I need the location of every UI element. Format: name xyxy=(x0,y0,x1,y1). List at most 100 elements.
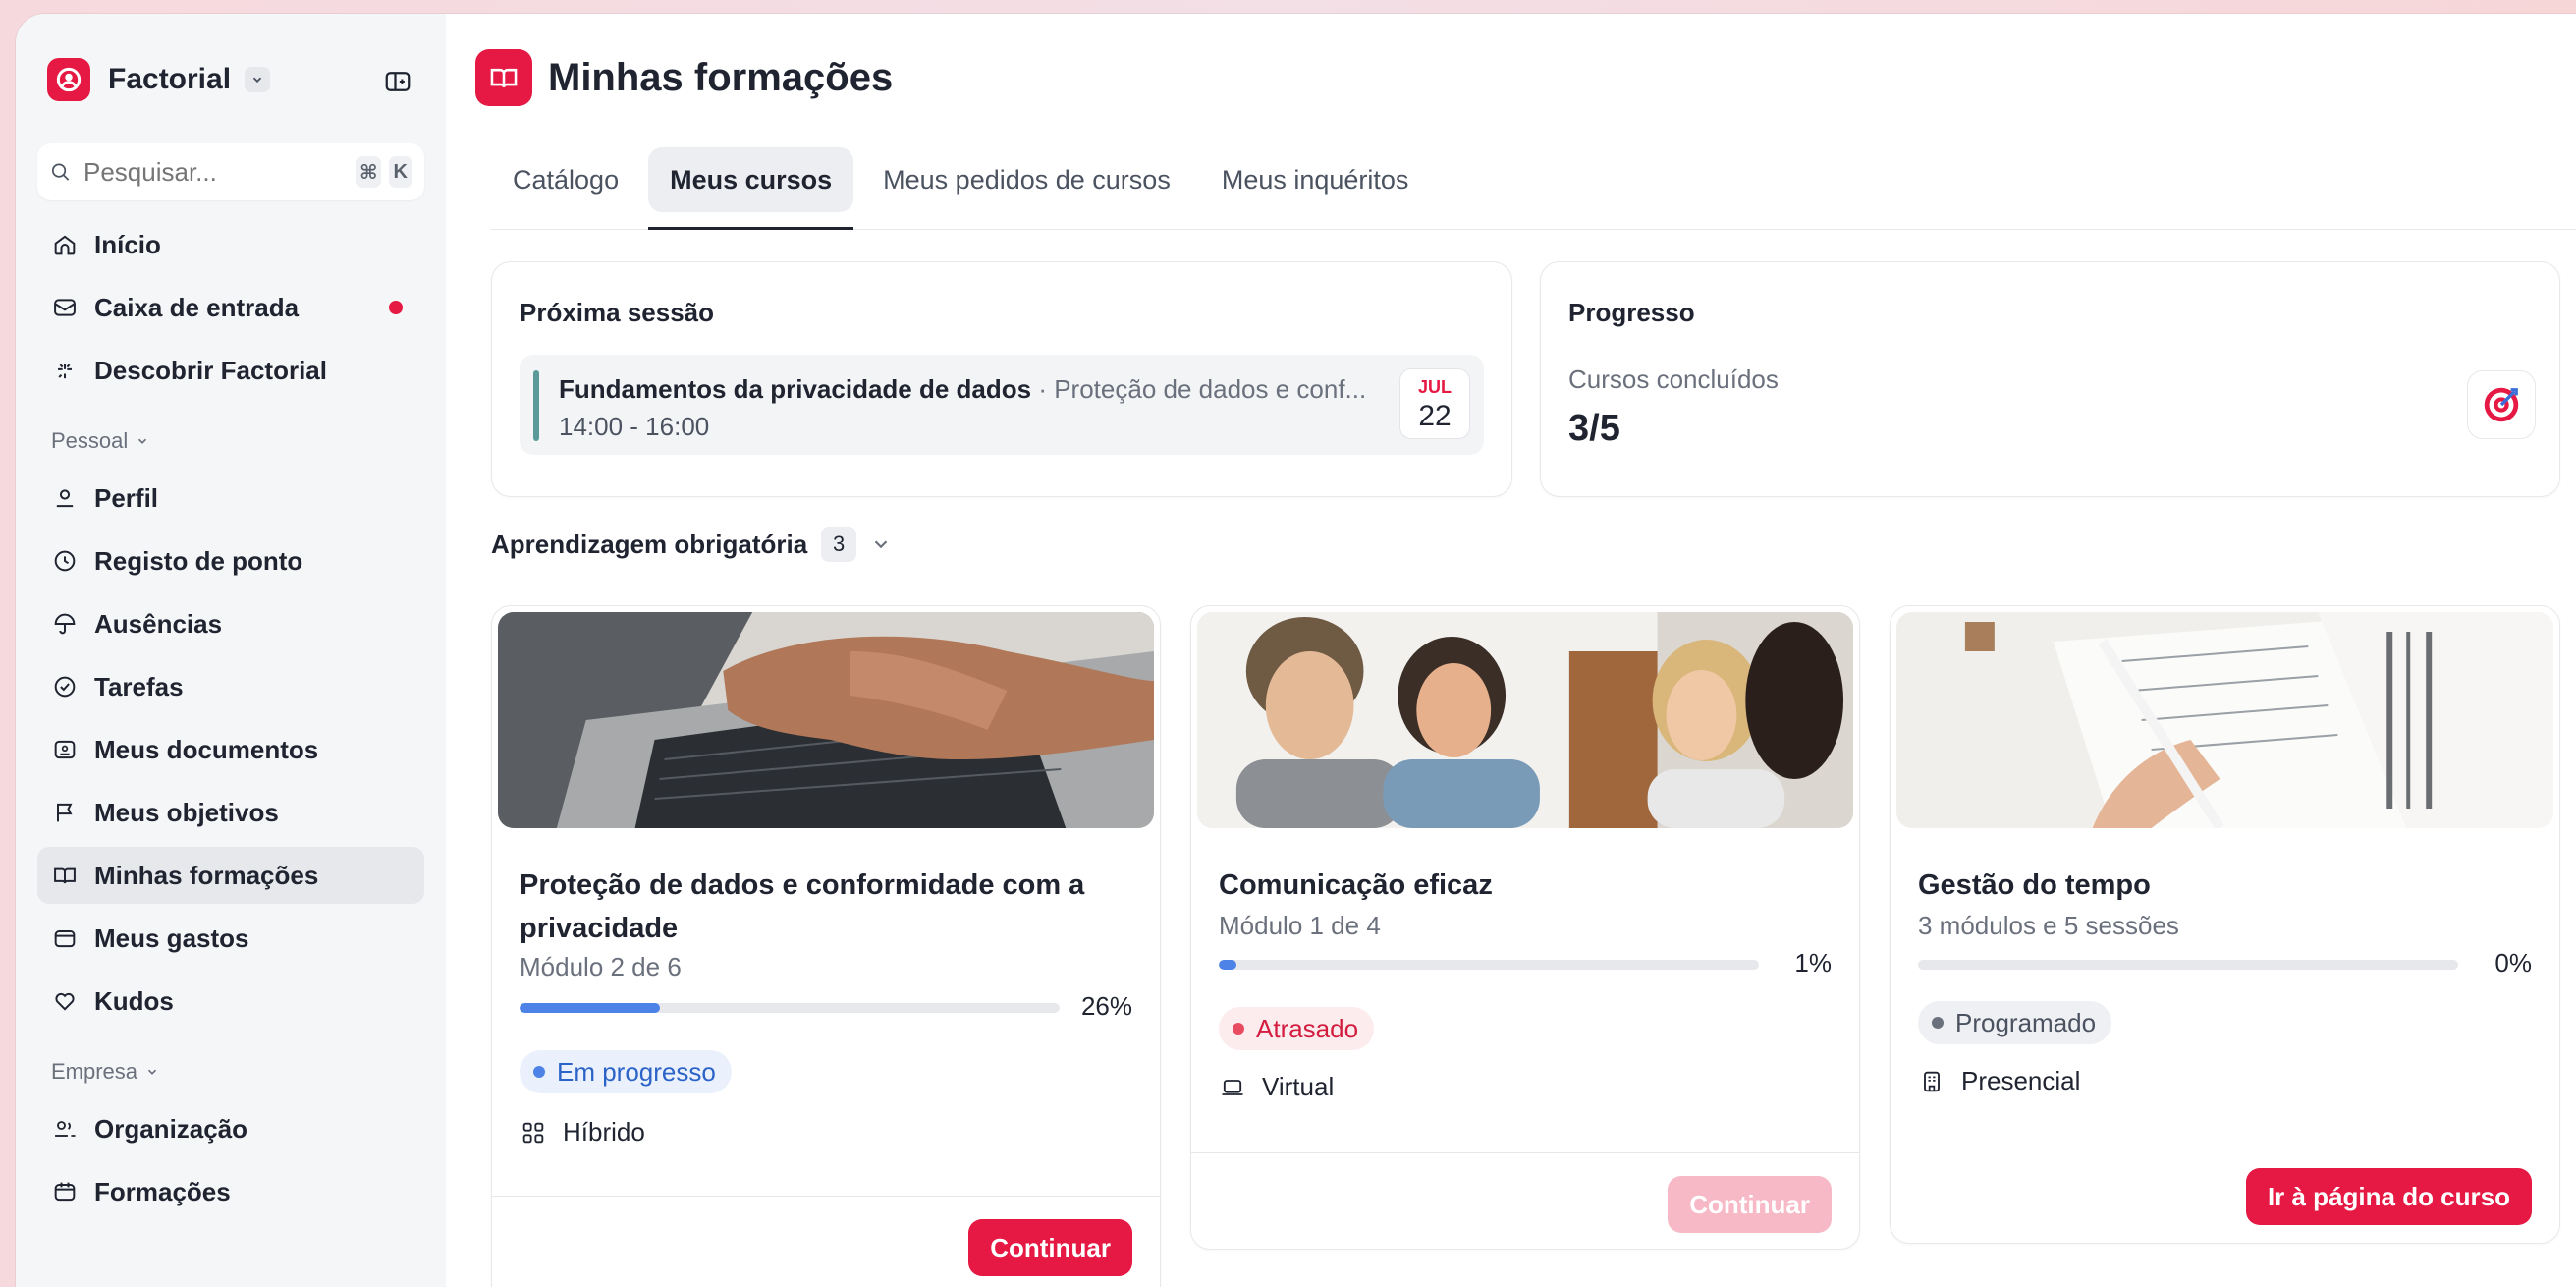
brand-switcher[interactable]: Factorial xyxy=(37,53,424,106)
course-card[interactable]: Gestão do tempo 3 módulos e 5 sessões 0%… xyxy=(1890,605,2560,1244)
tab-meus-inqueritos[interactable]: Meus inquéritos xyxy=(1200,147,1431,212)
course-mode-text: Presencial xyxy=(1961,1066,2081,1095)
sidebar-item-perfil[interactable]: Perfil xyxy=(37,470,424,527)
shortcut-k-key: K xyxy=(388,156,413,188)
main-content: Minhas formações Catálogo Meus cursos Me… xyxy=(446,14,2576,1287)
laptop-icon xyxy=(1222,1079,1243,1095)
book-icon xyxy=(54,867,76,884)
progress-title: Progresso xyxy=(1568,298,1695,327)
courses-completed-label: Cursos concluídos xyxy=(1568,364,1779,394)
section-pessoal[interactable]: Pessoal xyxy=(37,428,424,454)
sidebar-item-label: Ausências xyxy=(94,608,223,639)
course-progress-percent: 0% xyxy=(2494,948,2532,978)
sidebar-item-label: Formações xyxy=(94,1176,231,1206)
status-dot xyxy=(533,1066,545,1078)
course-image-laptop xyxy=(498,612,1154,828)
app-window: Factorial ⌘ K Início Caixa de entrada xyxy=(16,14,2576,1287)
session-course-name: Fundamentos da privacidade de dados xyxy=(559,374,1032,404)
sidebar-item-kudos[interactable]: Kudos xyxy=(37,973,424,1030)
sidebar-item-label: Meus objetivos xyxy=(94,797,279,827)
next-session-title: Próxima sessão xyxy=(520,298,715,327)
tab-bar: Catálogo Meus cursos Meus pedidos de cur… xyxy=(491,147,2576,230)
card-divider xyxy=(1191,1152,1859,1153)
sidebar-item-label: Organização xyxy=(94,1113,248,1144)
session-course-title: Fundamentos da privacidade de dados · Pr… xyxy=(559,374,1366,405)
status-dot xyxy=(1932,1017,1944,1029)
course-progress-percent: 1% xyxy=(1794,948,1832,978)
search-icon xyxy=(51,163,70,181)
shortcut-cmd-key: ⌘ xyxy=(356,156,381,188)
chevron-down-icon[interactable] xyxy=(245,67,271,92)
course-mode-text: Híbrido xyxy=(563,1117,645,1147)
sidebar-item-label: Meus gastos xyxy=(94,923,249,953)
sidebar-item-label: Caixa de entrada xyxy=(94,292,300,322)
session-separator: · xyxy=(1031,374,1055,404)
sidebar-item-organizacao[interactable]: Organização xyxy=(37,1100,424,1157)
search-bar[interactable]: ⌘ K xyxy=(37,143,424,200)
umbrella-icon xyxy=(54,613,76,635)
chevron-down-icon[interactable] xyxy=(870,533,892,555)
page-title: Minhas formações xyxy=(548,55,894,99)
sidebar-item-formacoes[interactable]: Formações xyxy=(37,1163,424,1220)
section-empresa[interactable]: Empresa xyxy=(37,1059,424,1085)
target-icon xyxy=(2467,370,2536,439)
course-card[interactable]: Proteção de dados e conformidade com a p… xyxy=(491,605,1161,1287)
session-item[interactable]: Fundamentos da privacidade de dados · Pr… xyxy=(520,355,1484,455)
user-icon xyxy=(56,489,74,508)
chevron-down-icon xyxy=(138,438,147,444)
course-subtitle: Módulo 2 de 6 xyxy=(520,952,682,981)
search-input[interactable] xyxy=(82,156,349,188)
sidebar-item-label: Perfil xyxy=(94,482,159,513)
sidebar-item-descobrir-factorial[interactable]: Descobrir Factorial xyxy=(37,342,424,399)
notification-dot xyxy=(389,301,403,314)
tab-meus-pedidos-de-cursos[interactable]: Meus pedidos de cursos xyxy=(861,147,1192,212)
people-icon xyxy=(55,1121,76,1137)
sidebar-item-ausencias[interactable]: Ausências xyxy=(37,595,424,652)
mandatory-learning-header[interactable]: Aprendizagem obrigatória 3 xyxy=(491,527,892,562)
sidebar-item-meus-objetivos[interactable]: Meus objetivos xyxy=(37,784,424,841)
sidebar-item-tarefas[interactable]: Tarefas xyxy=(37,658,424,715)
sidebar-nav-main: Início Caixa de entrada Descobrir Factor… xyxy=(37,216,424,399)
go-to-course-button[interactable]: Ir à página do curso xyxy=(2245,1168,2532,1225)
course-progress-bar xyxy=(520,1003,1060,1013)
continue-button[interactable]: Continuar xyxy=(968,1219,1132,1276)
course-progress-fill xyxy=(520,1003,660,1013)
continue-button[interactable]: Continuar xyxy=(1668,1176,1832,1233)
course-title: Comunicação eficaz xyxy=(1219,869,1493,901)
sidebar-item-meus-documentos[interactable]: Meus documentos xyxy=(37,721,424,778)
sidebar-nav-personal: Perfil Registo de ponto Ausências Tarefa… xyxy=(37,470,424,1030)
course-card[interactable]: Comunicação eficaz Módulo 1 de 4 1% Atra… xyxy=(1190,605,1860,1250)
sidebar-item-inicio[interactable]: Início xyxy=(37,216,424,273)
session-accent-bar xyxy=(533,370,539,441)
next-session-card: Próxima sessão Fundamentos da privacidad… xyxy=(491,261,1512,497)
course-mode: Virtual xyxy=(1219,1072,1334,1102)
tab-meus-cursos[interactable]: Meus cursos xyxy=(648,147,854,230)
status-text: Programado xyxy=(1955,1007,2097,1037)
section-label-text: Pessoal xyxy=(51,428,129,453)
sidebar-item-minhas-formacoes[interactable]: Minhas formações xyxy=(37,847,424,904)
sidebar-item-meus-gastos[interactable]: Meus gastos xyxy=(37,910,424,967)
sidebar-item-label: Kudos xyxy=(94,985,174,1016)
sidebar-item-registo-de-ponto[interactable]: Registo de ponto xyxy=(37,532,424,589)
sidebar-item-label: Tarefas xyxy=(94,671,184,701)
progress-card: Progresso Cursos concluídos 3/5 xyxy=(1540,261,2560,497)
status-badge: Atrasado xyxy=(1219,1007,1375,1050)
grid-icon xyxy=(522,1122,544,1143)
sidebar-toggle-icon[interactable] xyxy=(383,67,412,101)
page-header: Minhas formações xyxy=(475,49,893,106)
course-subtitle: Módulo 1 de 4 xyxy=(1219,911,1381,940)
planner-illustration xyxy=(1896,612,2553,828)
team-illustration xyxy=(1197,612,1853,828)
status-text: Em progresso xyxy=(557,1056,716,1087)
session-month: JUL xyxy=(1417,377,1452,397)
course-title: Gestão do tempo xyxy=(1918,869,2151,901)
course-image-planner xyxy=(1896,612,2553,828)
mandatory-learning-label: Aprendizagem obrigatória xyxy=(491,529,808,559)
sidebar-item-label: Registo de ponto xyxy=(94,545,303,576)
home-icon xyxy=(54,235,76,255)
sidebar-item-caixa-de-entrada[interactable]: Caixa de entrada xyxy=(37,279,424,336)
inbox-icon xyxy=(54,299,76,316)
course-mode-text: Virtual xyxy=(1262,1072,1335,1101)
tab-catalogo[interactable]: Catálogo xyxy=(491,147,640,212)
flag-icon xyxy=(57,803,73,822)
